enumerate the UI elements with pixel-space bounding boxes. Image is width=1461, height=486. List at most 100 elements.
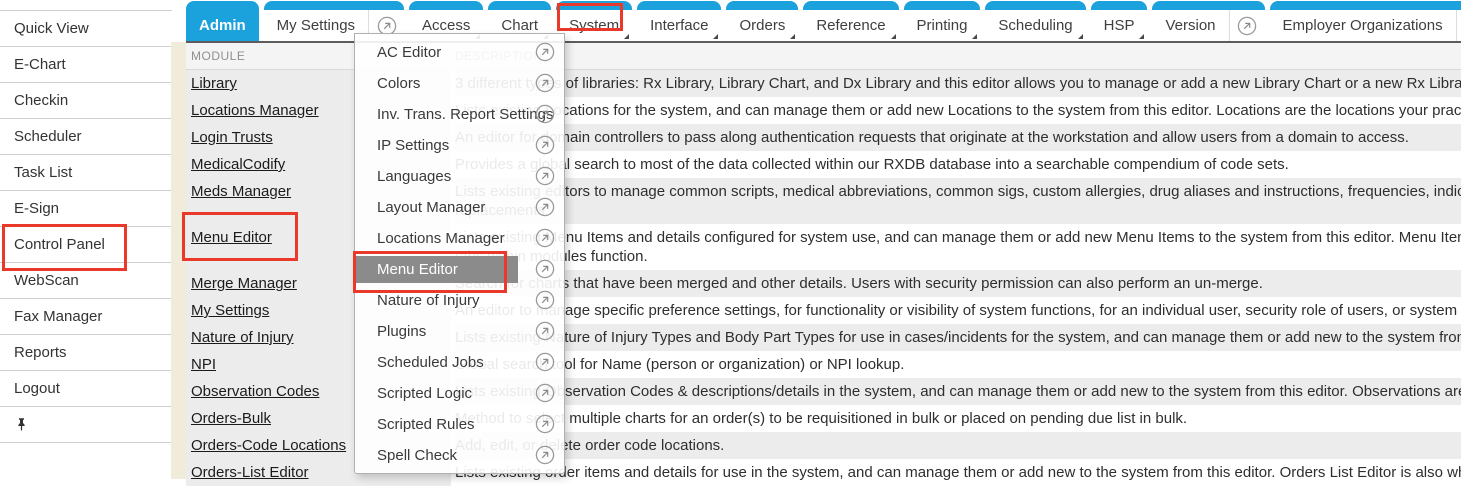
tab-orders[interactable]: Orders xyxy=(726,1,798,41)
open-arrow-icon[interactable] xyxy=(535,259,555,279)
module-link-orders-list-editor[interactable]: Orders-List Editor xyxy=(191,464,309,481)
sidebar-item-e-chart[interactable]: E-Chart xyxy=(0,46,172,82)
sidebar-item-quick-view[interactable]: Quick View xyxy=(0,10,172,46)
description-cell: Lists existing Menu Items and details co… xyxy=(455,224,1461,270)
module-link-orders-code-locations[interactable]: Orders-Code Locations xyxy=(191,437,346,454)
open-arrow-icon[interactable] xyxy=(535,445,555,465)
sidebar-item-fax-manager[interactable]: Fax Manager xyxy=(0,298,172,334)
menu-item-label: Menu Editor xyxy=(377,261,458,278)
sidebar-item-scheduler[interactable]: Scheduler xyxy=(0,118,172,154)
open-arrow-icon[interactable] xyxy=(535,166,555,186)
tab-employer-organizations[interactable]: Employer Organizations xyxy=(1270,1,1461,41)
description-text: Lists existing order items and details f… xyxy=(455,463,1461,482)
module-link-library[interactable]: Library xyxy=(191,75,237,92)
menu-item-scripted-logic[interactable]: Scripted Logic xyxy=(355,380,564,407)
open-arrow-icon[interactable] xyxy=(535,73,555,93)
sidebar-item-label: Fax Manager xyxy=(14,308,102,325)
tab-label: Reference xyxy=(803,10,898,41)
open-arrow-icon[interactable] xyxy=(535,104,555,124)
menu-item-label: Plugins xyxy=(377,323,426,340)
open-arrow-icon[interactable] xyxy=(535,228,555,248)
tab-label: My Settings xyxy=(264,10,368,41)
module-link-locations-manager[interactable]: Locations Manager xyxy=(191,102,319,119)
open-arrow-icon[interactable] xyxy=(535,414,555,434)
menu-item-label: Colors xyxy=(377,75,420,92)
open-arrow-icon[interactable] xyxy=(535,197,555,217)
description-text: Lists existing Observation Codes & descr… xyxy=(455,382,1461,401)
tab-label: Employer Organizations xyxy=(1270,10,1456,41)
description-cell: An editor to manage specific preference … xyxy=(455,297,1461,324)
open-arrow-icon[interactable] xyxy=(535,383,555,403)
menu-item-colors[interactable]: Colors xyxy=(355,70,564,97)
menu-item-spell-check[interactable]: Spell Check xyxy=(355,442,564,469)
dropdown-caret-icon xyxy=(713,34,718,39)
menu-item-label: Languages xyxy=(377,168,451,185)
description-text: Lists existing Nature of Injury Types an… xyxy=(455,328,1461,347)
module-link-menu-editor[interactable]: Menu Editor xyxy=(191,229,272,246)
menu-item-ac-editor[interactable]: AC Editor xyxy=(355,39,564,66)
sidebar-pin-row[interactable] xyxy=(0,406,172,442)
module-link-nature-of-injury[interactable]: Nature of Injury xyxy=(191,329,294,346)
tab-reference[interactable]: Reference xyxy=(803,1,898,41)
menu-item-label: Scripted Logic xyxy=(377,385,472,402)
open-arrow-icon[interactable] xyxy=(535,352,555,372)
tab-interface[interactable]: Interface xyxy=(637,1,721,41)
tab-system[interactable]: System xyxy=(556,1,632,41)
sidebar-item-logout[interactable]: Logout xyxy=(0,370,172,406)
module-link-merge-manager[interactable]: Merge Manager xyxy=(191,275,297,292)
menu-item-menu-editor[interactable]: Menu Editor xyxy=(355,256,564,283)
dropdown-caret-icon xyxy=(1078,34,1083,39)
tab-admin[interactable]: Admin xyxy=(186,1,259,41)
open-arrow-icon[interactable] xyxy=(535,290,555,310)
menu-item-label: Layout Manager xyxy=(377,199,485,216)
module-link-meds-manager[interactable]: Meds Manager xyxy=(191,183,291,200)
tab-scheduling[interactable]: Scheduling xyxy=(985,1,1085,41)
sidebar-item-control-panel[interactable]: Control Panel xyxy=(0,226,172,262)
module-link-npi[interactable]: NPI xyxy=(191,356,216,373)
menu-item-nature-of-injury[interactable]: Nature of Injury xyxy=(355,287,564,314)
description-text: Lists existing Menu Items and details co… xyxy=(455,228,1461,247)
sidebar-item-reports[interactable]: Reports xyxy=(0,334,172,370)
open-arrow-icon[interactable] xyxy=(1456,10,1461,41)
dropdown-caret-icon xyxy=(891,34,896,39)
tab-label: System xyxy=(556,10,632,41)
description-text: Method to select multiple charts for an … xyxy=(455,409,1461,428)
description-cell: An editor for domain controllers to pass… xyxy=(455,124,1461,151)
menu-item-inv-trans-report-settings[interactable]: Inv. Trans. Report Settings xyxy=(355,101,564,128)
open-arrow-icon[interactable] xyxy=(535,321,555,341)
sidebar-item-e-sign[interactable]: E-Sign xyxy=(0,190,172,226)
description-text: tabs within modules function. xyxy=(455,247,1461,266)
menu-item-languages[interactable]: Languages xyxy=(355,163,564,190)
module-link-orders-bulk[interactable]: Orders-Bulk xyxy=(191,410,271,427)
open-arrow-icon[interactable] xyxy=(535,135,555,155)
sidebar-item-checkin[interactable]: Checkin xyxy=(0,82,172,118)
menu-item-plugins[interactable]: Plugins xyxy=(355,318,564,345)
menu-item-scripted-rules[interactable]: Scripted Rules xyxy=(355,411,564,438)
description-cell: Lists existing Nature of Injury Types an… xyxy=(455,324,1461,351)
sidebar-list: Quick ViewE-Chart Checkin Scheduler Task Li… xyxy=(0,10,172,443)
tab-label: Printing xyxy=(904,10,981,41)
open-arrow-icon[interactable] xyxy=(1229,10,1265,41)
sidebar-item-webscan[interactable]: WebScan xyxy=(0,262,172,298)
menu-item-scheduled-jobs[interactable]: Scheduled Jobs xyxy=(355,349,564,376)
menu-item-label: Inv. Trans. Report Settings xyxy=(377,106,553,123)
menu-item-layout-manager[interactable]: Layout Manager xyxy=(355,194,564,221)
tab-hsp[interactable]: HSP xyxy=(1091,1,1148,41)
sidebar-item-label: Task List xyxy=(14,164,72,181)
menu-item-locations-manager[interactable]: Locations Manager xyxy=(355,225,564,252)
module-link-my-settings[interactable]: My Settings xyxy=(191,302,269,319)
description-cell: Lists existing Observation Codes & descr… xyxy=(455,378,1461,405)
menu-item-ip-settings[interactable]: IP Settings xyxy=(355,132,564,159)
open-arrow-icon[interactable] xyxy=(535,42,555,62)
tab-version[interactable]: Version xyxy=(1152,1,1264,41)
sidebar-item-label: Checkin xyxy=(14,92,68,109)
menu-item-label: IP Settings xyxy=(377,137,449,154)
module-link-login-trusts[interactable]: Login Trusts xyxy=(191,129,273,146)
sidebar-item-task-list[interactable]: Task List xyxy=(0,154,172,190)
menu-item-label: AC Editor xyxy=(377,44,441,61)
module-link-observation-codes[interactable]: Observation Codes xyxy=(191,383,319,400)
description-cell: Global search tool for Name (person or o… xyxy=(455,351,1461,378)
menu-item-label: Locations Manager xyxy=(377,230,505,247)
tab-printing[interactable]: Printing xyxy=(904,1,981,41)
module-link-medicalcodify[interactable]: MedicalCodify xyxy=(191,156,285,173)
